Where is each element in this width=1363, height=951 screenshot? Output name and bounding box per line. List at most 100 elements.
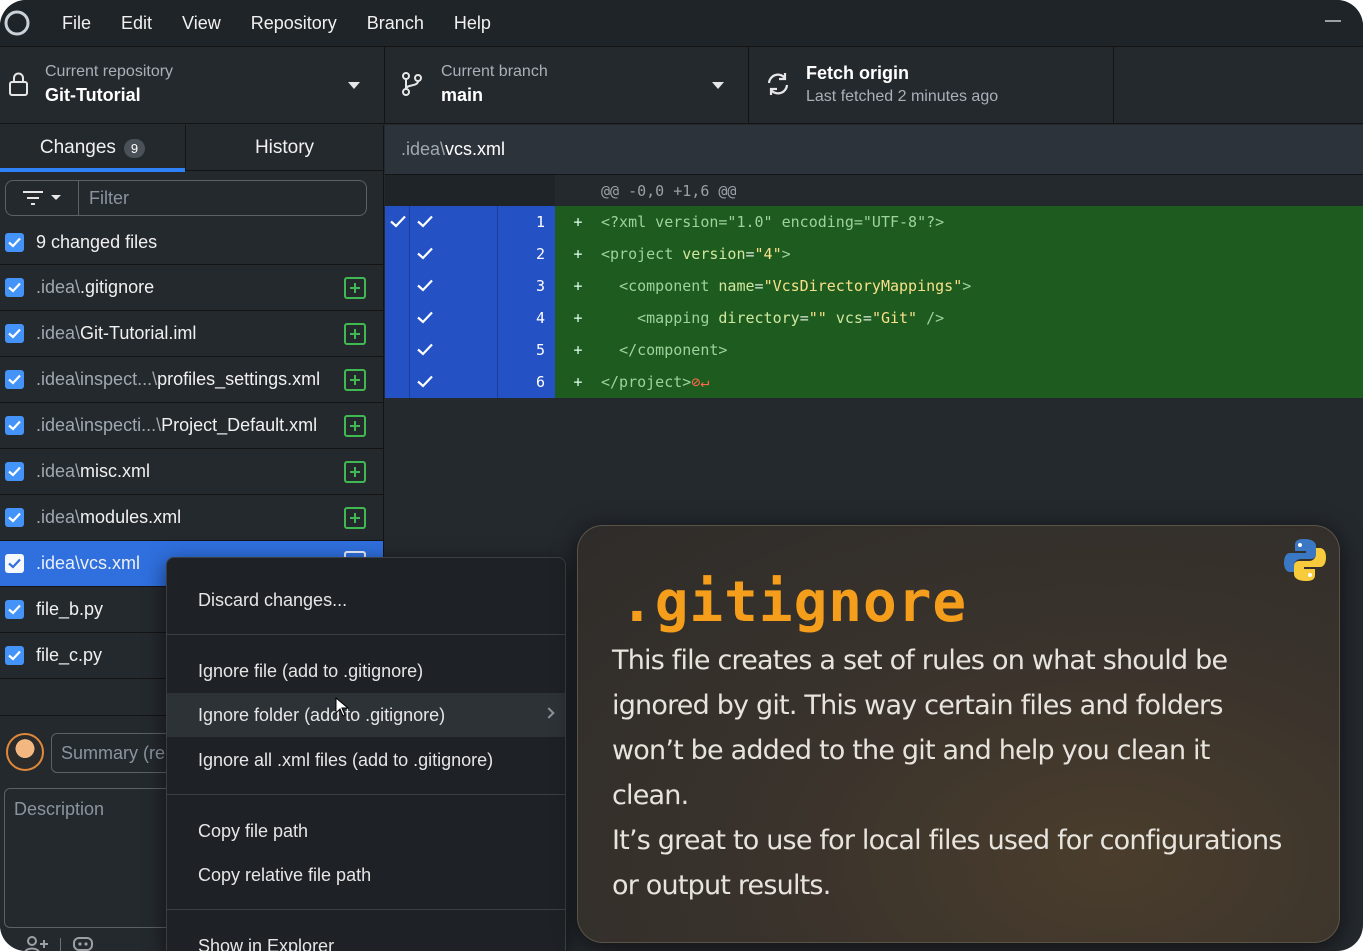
diff-line[interactable]: 5 + </component> [385, 334, 1363, 366]
mouse-cursor-icon [335, 697, 349, 717]
tab-changes-label: Changes [39, 137, 116, 158]
file-row[interactable]: .idea\inspect...\ profiles_settings.xml [0, 357, 383, 403]
chevron-down-icon [348, 82, 360, 89]
menu-copy-file-path[interactable]: Copy file path [167, 809, 565, 853]
tab-changes[interactable]: Changes 9 [0, 125, 185, 172]
filter-input[interactable] [79, 180, 367, 216]
menu-show-in-explorer[interactable]: Show in Explorer [167, 924, 565, 951]
copilot-icon[interactable] [72, 934, 94, 951]
menu-bar: File Edit View Repository Branch Help [0, 0, 1363, 46]
file-checkbox[interactable] [5, 278, 24, 297]
line-number: 4 [497, 302, 555, 334]
line-select-gutter[interactable] [385, 334, 497, 366]
file-checkbox[interactable] [5, 508, 24, 527]
diff-sign: + [573, 245, 583, 263]
menu-separator [167, 909, 565, 910]
add-coauthor-icon[interactable] [24, 934, 50, 951]
menu-separator [167, 794, 565, 795]
python-logo-icon [1283, 537, 1327, 583]
file-name: .gitignore [80, 277, 155, 297]
diff-line[interactable]: 3 + <component name="VcsDirectoryMapping… [385, 270, 1363, 302]
overlay-title: .gitignore [620, 570, 968, 635]
menu-edit[interactable]: Edit [121, 13, 152, 34]
branch-icon [401, 71, 423, 97]
check-icon [417, 247, 433, 260]
file-name: file_c.py [36, 645, 103, 665]
file-checkbox[interactable] [5, 370, 24, 389]
file-row[interactable]: .idea\ .gitignore [0, 265, 383, 311]
current-branch-label: Current branch [441, 63, 548, 80]
menu-branch[interactable]: Branch [367, 13, 424, 34]
overlay-line: This file creates a set of rules on what… [612, 645, 1228, 676]
code-line: </component> [619, 341, 728, 359]
line-select-gutter[interactable] [385, 366, 497, 398]
code-line: </project>⊘↵ [601, 373, 710, 391]
file-name: Project_Default.xml [161, 415, 318, 435]
code-line: <?xml version="1.0" encoding="UTF-8"?> [601, 213, 945, 231]
code-line: <component name="VcsDirectoryMappings"> [619, 277, 972, 295]
file-dir: .idea\ [36, 277, 81, 297]
current-repository-name: Git-Tutorial [45, 85, 141, 105]
overlay-body: This file creates a set of rules on what… [612, 638, 1312, 908]
file-row[interactable]: .idea\ modules.xml [0, 495, 383, 541]
changed-files-count: 9 changed files [36, 232, 158, 252]
filter-options-button[interactable] [5, 180, 79, 216]
file-name: Git-Tutorial.iml [80, 323, 197, 343]
menu-help[interactable]: Help [454, 13, 491, 34]
line-select-gutter[interactable] [385, 206, 497, 238]
line-select-gutter[interactable] [385, 270, 497, 302]
code-line: <mapping directory="" vcs="Git" /> [637, 309, 945, 327]
line-number: 3 [497, 270, 555, 302]
line-select-gutter[interactable] [385, 238, 497, 270]
select-all-row[interactable]: 9 changed files [0, 221, 383, 265]
menu-file[interactable]: File [62, 13, 91, 34]
line-select-gutter[interactable] [385, 302, 497, 334]
check-icon [417, 311, 433, 324]
line-number: 1 [497, 206, 555, 238]
app-window: File Edit View Repository Branch Help Cu… [0, 0, 1363, 951]
chevron-right-icon [543, 707, 555, 719]
file-row[interactable]: .idea\ Git-Tutorial.iml [0, 311, 383, 357]
overlay-line: clean. [612, 780, 689, 811]
filter-row [0, 171, 383, 221]
file-row[interactable]: .idea\inspecti...\ Project_Default.xml [0, 403, 383, 449]
menu-ignore-file[interactable]: Ignore file (add to .gitignore) [167, 649, 565, 693]
diff-line[interactable]: 6 + </project>⊘↵ [385, 366, 1363, 398]
file-name: profiles_settings.xml [157, 369, 321, 389]
menu-repository[interactable]: Repository [251, 13, 337, 34]
menu-copy-relative-path[interactable]: Copy relative file path [167, 853, 565, 897]
menu-ignore-folder[interactable]: Ignore folder (add to .gitignore) [167, 693, 565, 737]
menu-discard-changes[interactable]: Discard changes... [167, 578, 565, 622]
file-checkbox[interactable] [5, 324, 24, 343]
diff-line[interactable]: 2 + <project version="4"> [385, 238, 1363, 270]
diff-sign: + [573, 341, 583, 359]
overlay-line: won’t be added to the git and help you c… [612, 735, 1210, 766]
file-dir: .idea\inspect...\ [36, 369, 158, 389]
diff-line[interactable]: 1 + <?xml version="1.0" encoding="UTF-8"… [385, 206, 1363, 238]
file-checkbox[interactable] [5, 646, 24, 665]
select-all-checkbox[interactable] [5, 233, 24, 252]
file-checkbox[interactable] [5, 554, 24, 573]
no-newline-icon: ⊘↵ [691, 373, 710, 391]
minimize-button[interactable] [1325, 20, 1341, 22]
diff-line[interactable]: 4 + <mapping directory="" vcs="Git" /> [385, 302, 1363, 334]
file-dir: .idea\ [36, 323, 81, 343]
tab-history[interactable]: History [185, 125, 383, 171]
file-checkbox[interactable] [5, 600, 24, 619]
file-checkbox[interactable] [5, 416, 24, 435]
hunk-gutter [385, 175, 555, 206]
file-checkbox[interactable] [5, 462, 24, 481]
current-repository-label: Current repository [45, 63, 174, 80]
current-repository-dropdown[interactable]: Current repository Git-Tutorial [0, 47, 385, 123]
overlay-line: It’s great to use for local files used f… [612, 825, 1282, 856]
file-row[interactable]: .idea\ misc.xml [0, 449, 383, 495]
chevron-down-icon [51, 195, 61, 200]
menu-ignore-all-xml[interactable]: Ignore all .xml files (add to .gitignore… [167, 738, 565, 782]
current-branch-dropdown[interactable]: Current branch main [385, 47, 749, 123]
current-branch-name: main [441, 85, 484, 105]
fetch-origin-button[interactable]: Fetch origin Last fetched 2 minutes ago [749, 47, 1114, 123]
tab-history-label: History [254, 137, 315, 158]
check-icon [390, 215, 406, 228]
menu-view[interactable]: View [182, 13, 221, 34]
file-added-icon [344, 369, 366, 391]
